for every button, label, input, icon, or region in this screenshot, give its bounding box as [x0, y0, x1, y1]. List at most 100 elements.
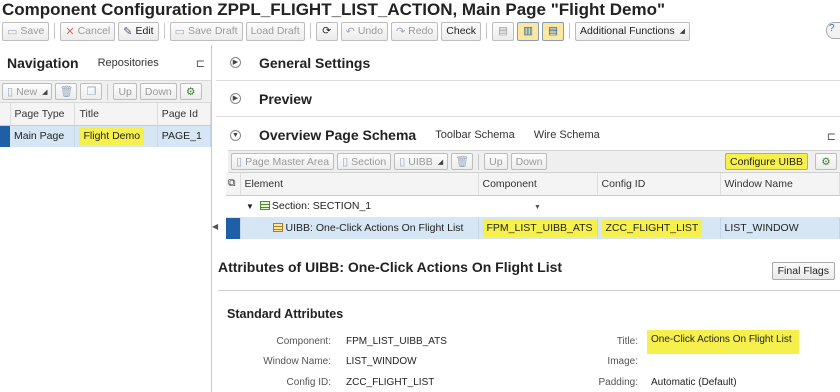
column-header[interactable]: Component	[478, 173, 598, 196]
section-button[interactable]: ▯ Section	[337, 153, 392, 170]
attributes-header: Attributes of UIBB: One-Click Actions On…	[218, 259, 840, 281]
layout-button-2[interactable]: ▥	[517, 21, 540, 41]
additional-functions-button[interactable]: Additional Functions ◢	[575, 21, 690, 41]
table-row[interactable]: ▼ Section: SECTION_1	[226, 195, 840, 218]
save-icon: ▭	[7, 25, 18, 38]
schema-down-button[interactable]: Down	[510, 153, 548, 170]
row-selector[interactable]	[226, 217, 241, 239]
column-header[interactable]: Window Name	[720, 173, 840, 196]
dropdown-icon: ◢	[679, 28, 685, 35]
columns-layout-icon: ▥	[523, 25, 533, 37]
overview-schema-tab[interactable]: Overview Page Schema	[259, 127, 416, 143]
final-flags-button[interactable]: Final Flags	[771, 262, 835, 280]
layout-button-3[interactable]: ▤	[542, 21, 565, 41]
delete-button[interactable]: 🗑	[55, 83, 78, 100]
page-id-cell: PAGE_1	[157, 125, 212, 147]
component-label: Component:	[276, 336, 331, 347]
window-title: Component Configuration ZPPL_FLIGHT_LIST…	[2, 0, 666, 19]
page-table: Page Type Title Page Id Main Page Flight…	[0, 103, 212, 147]
uibb-button[interactable]: ▯ UIBB ◢	[394, 153, 449, 170]
navigation-tab[interactable]: Navigation	[7, 55, 79, 71]
redo-button[interactable]: ↷ Redo	[390, 21, 439, 41]
column-header[interactable]: Config ID	[597, 173, 721, 196]
schema-up-button[interactable]: Up	[484, 153, 508, 170]
delete-button[interactable]: 🗑	[451, 153, 474, 170]
layout-button-1[interactable]: ▤	[492, 21, 515, 41]
title-cell: Flight Demo	[74, 125, 158, 147]
title-bar: Component Configuration ZPPL_FLIGHT_LIST…	[0, 0, 840, 20]
page-master-area-button[interactable]: ▯ Page Master Area	[231, 153, 335, 170]
schema-table: ⧉ Element Component Config ID Window Nam…	[226, 173, 840, 239]
expand-icon[interactable]: ▶	[230, 93, 241, 104]
configure-uibb-button[interactable]: Configure UIBB	[725, 153, 808, 170]
dropdown-icon: ◢	[437, 158, 444, 166]
row-selector[interactable]	[0, 125, 10, 147]
wire-schema-tab[interactable]: Wire Schema	[534, 129, 600, 141]
save-button[interactable]: ▭ Save	[2, 21, 50, 41]
standard-attributes-panel: Standard Attributes Component: FPM_LIST_…	[218, 290, 840, 392]
check-button[interactable]: Check	[441, 21, 482, 41]
toolbar-separator	[478, 153, 480, 170]
save-draft-button[interactable]: ▭ Save Draft	[169, 21, 243, 41]
cancel-icon: ✕	[65, 25, 75, 38]
dropdown-icon: ◢	[42, 88, 48, 96]
column-header[interactable]: Element	[240, 173, 479, 196]
edit-button[interactable]: ✎ Edit	[118, 21, 159, 41]
column-header[interactable]: Title	[74, 103, 158, 126]
image-label: Image:	[607, 356, 638, 367]
personalize-button[interactable]: ⚙	[815, 153, 837, 170]
copy-button[interactable]: ❐	[80, 83, 103, 100]
preview-section[interactable]: ▶ Preview	[216, 81, 840, 117]
collapse-left-icon[interactable]: ◀	[212, 222, 218, 231]
collapse-icon[interactable]: ▼	[230, 129, 241, 141]
select-all-icon[interactable]: ⧉	[226, 173, 241, 196]
rows-layout-icon: ▤	[548, 25, 558, 37]
attributes-title: Attributes of UIBB: One-Click Actions On…	[218, 259, 563, 275]
pin-icon[interactable]: ⊏	[196, 57, 205, 70]
window-name-value: LIST_WINDOW	[346, 356, 417, 367]
padding-value[interactable]: Automatic (Default)	[651, 377, 737, 388]
section-title: General Settings	[259, 54, 371, 71]
toolbar-separator	[163, 23, 165, 39]
load-draft-button[interactable]: Load Draft	[245, 21, 305, 41]
uibb-icon	[272, 223, 283, 233]
personalize-button[interactable]: ⚙	[179, 83, 202, 100]
refresh-button[interactable]: ⟳	[315, 21, 338, 41]
nav-down-button[interactable]: Down	[139, 83, 177, 100]
toolbar-schema-tab[interactable]: Toolbar Schema	[435, 129, 515, 141]
main-toolbar: ▭ Save ✕ Cancel ✎ Edit ▭ Save Draft Load Dra…	[0, 20, 840, 42]
table-header-row: Page Type Title Page Id	[0, 103, 212, 126]
component-cell: FPM_LIST_UIBB_ATS	[478, 217, 598, 239]
person-settings-icon: ⚙	[186, 85, 196, 98]
column-header[interactable]: Page Id	[157, 103, 212, 126]
table-row[interactable]: Main Page Flight Demo PAGE_1	[0, 125, 212, 147]
title-label: Title:	[616, 336, 638, 347]
pencil-icon: ✎	[123, 25, 133, 38]
trash-icon: 🗑	[59, 86, 74, 98]
navigation-header: Navigation Repositories ⊏	[0, 45, 211, 81]
cancel-button[interactable]: ✕ Cancel	[60, 21, 116, 41]
padding-label: Padding:	[598, 377, 638, 388]
repositories-tab[interactable]: Repositories	[98, 57, 159, 69]
table-row[interactable]: UIBB: One-Click Actions On Flight List F…	[226, 217, 840, 239]
section-title: Preview	[259, 90, 312, 107]
undo-button[interactable]: ↶ Undo	[340, 21, 388, 41]
title-field[interactable]: One-Click Actions On Flight List	[647, 330, 799, 354]
new-button[interactable]: ▯ New ◢	[2, 83, 53, 100]
help-icon[interactable]: ?	[826, 22, 840, 39]
tree-collapse-icon[interactable]: ▼	[246, 202, 254, 211]
nav-up-button[interactable]: Up	[113, 83, 137, 100]
column-header[interactable]: Page Type	[10, 103, 76, 126]
overview-schema-section: ▼ Overview Page Schema Toolbar Schema Wi…	[216, 117, 840, 153]
redo-icon: ↷	[395, 25, 406, 38]
section-icon	[259, 201, 270, 210]
element-cell: UIBB: One-Click Actions On Flight List	[240, 217, 479, 239]
splitter-handle-icon[interactable]: ▼	[534, 204, 541, 211]
layout-icon: ▤	[498, 25, 508, 37]
config-id-cell: ZCC_FLIGHT_LIST	[597, 217, 721, 239]
expand-icon[interactable]: ▶	[230, 57, 241, 68]
general-settings-section[interactable]: ▶ General Settings	[216, 45, 840, 81]
new-page-icon: ▯	[7, 86, 14, 98]
pin-icon[interactable]: ⊏	[827, 130, 836, 143]
toolbar-separator	[54, 23, 56, 39]
